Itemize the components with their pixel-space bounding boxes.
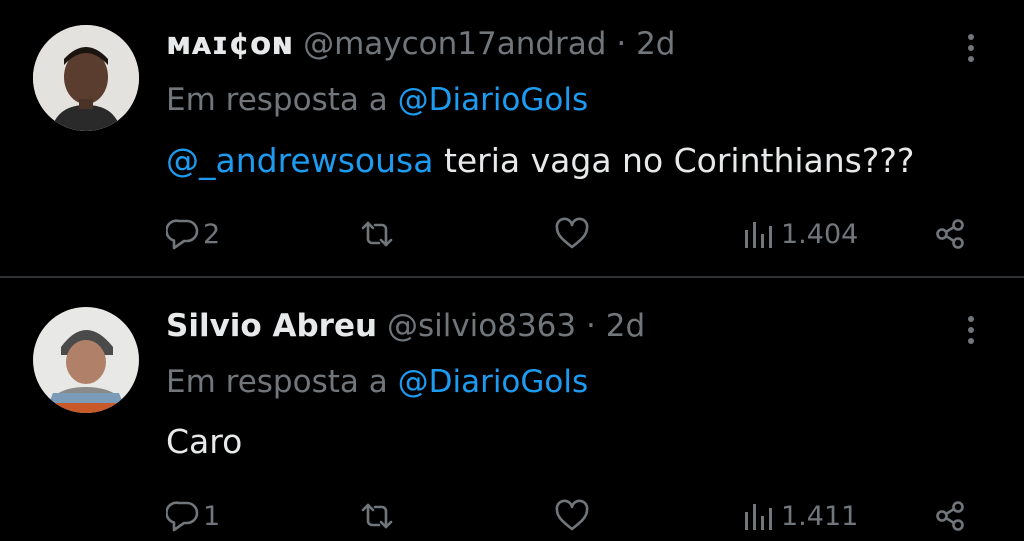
- like-button[interactable]: [553, 212, 591, 256]
- like-button[interactable]: [553, 494, 591, 538]
- reply-button[interactable]: 1: [166, 494, 220, 538]
- share-icon: [931, 217, 971, 251]
- tweet-card[interactable]: ᴍᴀɪ¢ᴏɴ @maycon17andrad · 2d Em resposta …: [0, 0, 1024, 276]
- more-vertical-icon[interactable]: [960, 310, 982, 350]
- views-count: 1.411: [781, 500, 859, 532]
- timestamp[interactable]: 2d: [636, 26, 675, 62]
- retweet-icon: [358, 499, 396, 533]
- retweet-icon: [358, 217, 396, 251]
- reply-count: 2: [203, 218, 221, 250]
- tweet-header: ᴍᴀɪ¢ᴏɴ @maycon17andrad · 2d: [166, 24, 675, 64]
- share-button[interactable]: [931, 494, 971, 538]
- display-name[interactable]: Silvio Abreu: [166, 308, 377, 344]
- reply-prefix: Em resposta a: [166, 82, 388, 118]
- avatar[interactable]: [33, 307, 139, 413]
- user-handle[interactable]: @silvio8363: [387, 308, 576, 344]
- tweet-header: Silvio Abreu @silvio8363 · 2d: [166, 306, 645, 346]
- reply-to-link[interactable]: @DiarioGols: [398, 82, 589, 118]
- separator-dot: ·: [586, 308, 596, 344]
- reply-context: Em resposta a @DiarioGols: [166, 362, 588, 402]
- tweet-text: @_andrewsousa teria vaga no Corinthians?…: [166, 139, 914, 183]
- tweet-card[interactable]: Silvio Abreu @silvio8363 · 2d Em respost…: [0, 278, 1024, 541]
- retweet-button[interactable]: [358, 212, 396, 256]
- user-handle[interactable]: @maycon17andrad: [303, 26, 606, 62]
- separator-dot: ·: [616, 26, 627, 62]
- retweet-button[interactable]: [358, 494, 396, 538]
- mention-link[interactable]: @_andrewsousa: [166, 141, 433, 180]
- share-icon: [931, 499, 971, 533]
- tweet-text-content: Caro: [166, 422, 243, 461]
- avatar[interactable]: [33, 25, 139, 131]
- heart-icon: [553, 499, 591, 533]
- action-bar: 2 1.404: [0, 212, 1024, 256]
- reply-count: 1: [203, 500, 221, 532]
- views-indicator[interactable]: 1.411: [742, 494, 858, 538]
- reply-bubble-icon: [166, 499, 200, 533]
- views-bar-chart-icon: [742, 499, 778, 533]
- more-vertical-icon[interactable]: [960, 28, 982, 68]
- tweet-text-content: teria vaga no Corinthians???: [443, 141, 915, 180]
- reply-to-link[interactable]: @DiarioGols: [398, 364, 589, 400]
- timestamp[interactable]: 2d: [606, 308, 645, 344]
- display-name[interactable]: ᴍᴀɪ¢ᴏɴ: [166, 26, 293, 62]
- reply-button[interactable]: 2: [166, 212, 220, 256]
- reply-context: Em resposta a @DiarioGols: [166, 80, 588, 120]
- tweet-text: Caro: [166, 420, 242, 464]
- views-indicator[interactable]: 1.404: [742, 212, 858, 256]
- action-bar: 1 1.411: [0, 494, 1024, 538]
- reply-prefix: Em resposta a: [166, 364, 388, 400]
- heart-icon: [553, 217, 591, 251]
- share-button[interactable]: [931, 212, 971, 256]
- views-count: 1.404: [781, 218, 859, 250]
- reply-bubble-icon: [166, 217, 200, 251]
- views-bar-chart-icon: [742, 217, 778, 251]
